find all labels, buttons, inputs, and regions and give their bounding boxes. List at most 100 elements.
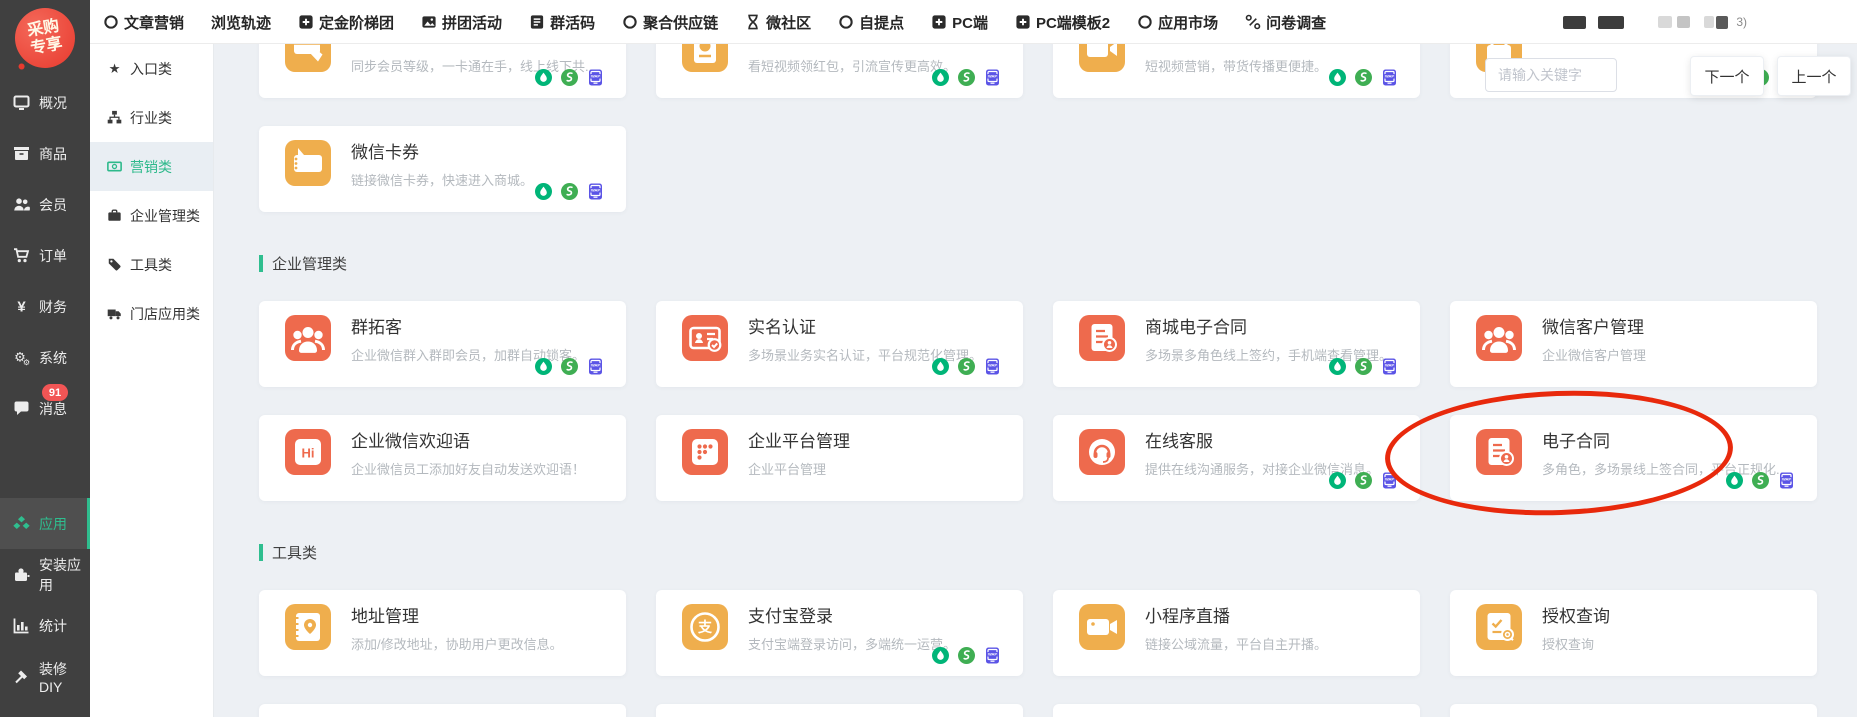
miniapp-icon <box>932 647 949 664</box>
order-icon <box>13 247 30 264</box>
miniapp-icon <box>1726 472 1743 489</box>
svg-text:WAP: WAP <box>591 363 600 368</box>
topnav-item[interactable]: 自提点 <box>838 12 904 33</box>
stats-icon <box>13 617 30 634</box>
sidebar-item-label: 订单 <box>39 246 67 266</box>
topnav-item[interactable]: 拼团活动 <box>421 12 502 33</box>
sidebar-item[interactable]: ⚙⚙系统 <box>0 332 90 383</box>
redacted-block <box>1716 16 1728 29</box>
platform-badges: WAP <box>535 358 604 375</box>
app-card[interactable]: 授权查询授权查询 <box>1450 590 1817 676</box>
platform-badges: WAP <box>1329 358 1398 375</box>
coin-icon <box>682 44 728 72</box>
sidebar-item[interactable]: 商品 <box>0 128 90 179</box>
sidebar-item[interactable]: 安装应用 <box>0 549 90 600</box>
topnav-item[interactable]: PC端模板2 <box>1015 12 1110 33</box>
content-area: 同步会员等级，一卡通在手，线上线下共...WAP 看短视频领红包，引流宣传更高效。… <box>214 44 1857 717</box>
sidebar-item[interactable]: 订单 <box>0 230 90 281</box>
app-card[interactable]: 同步会员等级，一卡通在手，线上线下共...WAP <box>259 44 626 98</box>
card-row <box>259 704 1817 717</box>
app-logo[interactable]: 采购 专享 <box>10 3 80 73</box>
sidebar-menu: 概况商品会员订单 ¥财务⚙⚙系统消息91 应用安装应用统计装修DIY <box>0 77 90 702</box>
svg-text:WAP: WAP <box>1385 74 1394 79</box>
app-card[interactable]: 实名认证多场景业务实名认证，平台规范化管理。WAP <box>656 301 1023 387</box>
app-window: 文章营销 浏览轨迹 定金阶梯团 拼团活动 群活码 聚合供应链 微社区 自提点 PC端 PC端模板2… <box>0 0 1857 717</box>
app-card-desc: 链接公域流量，平台自主开播。 <box>1145 634 1327 653</box>
next-result-button[interactable]: 下一个 <box>1690 56 1764 96</box>
redacted-user-info: 3) <box>1563 0 1747 44</box>
category-item[interactable]: 行业类 <box>90 93 213 142</box>
app-card[interactable]: Hi企业微信欢迎语企业微信员工添加好友自动发送欢迎语！ <box>259 415 626 501</box>
topnav-item-label: 问卷调查 <box>1266 12 1326 33</box>
app-card[interactable]: 看短视频领红包，引流宣传更高效。WAP <box>656 44 1023 98</box>
category-item[interactable]: ★入口类 <box>90 44 213 93</box>
install-icon <box>13 566 30 583</box>
svg-text:WAP: WAP <box>591 74 600 79</box>
app-card[interactable]: 群拓客企业微信群入群即会员，加群自动锁客。WAP <box>259 301 626 387</box>
topnav-item-label: PC端 <box>952 12 988 33</box>
topnav-item[interactable]: 文章营销 <box>103 12 184 33</box>
card-row: 群拓客企业微信群入群即会员，加群自动锁客。WAP 实名认证多场景业务实名认证，平台… <box>259 301 1817 387</box>
wap-icon: WAP <box>1381 358 1398 375</box>
app-card[interactable]: 微信客户管理企业微信客户管理 <box>1450 301 1817 387</box>
svg-text:¥: ¥ <box>17 299 26 316</box>
redacted-block <box>1677 16 1690 28</box>
diy-icon <box>13 668 30 685</box>
logo-text-line2: 专享 <box>29 35 64 59</box>
section-header: 企业管理类 <box>259 253 1817 273</box>
prev-result-button[interactable]: 上一个 <box>1777 56 1851 96</box>
redacted-block <box>1658 16 1672 28</box>
sidebar-item[interactable]: 会员 <box>0 179 90 230</box>
topnav-item[interactable]: 聚合供应链 <box>622 12 718 33</box>
app-card[interactable] <box>1450 704 1817 717</box>
app-card[interactable] <box>656 704 1023 717</box>
app-card[interactable] <box>259 704 626 717</box>
topnav-item[interactable]: 群活码 <box>529 12 595 33</box>
app-card[interactable]: 短视频营销，带货传播更便捷。WAP <box>1053 44 1420 98</box>
app-card[interactable]: 电子合同多角色，多场景线上签合同，平台正规化...WAP <box>1450 415 1817 501</box>
tools-icon <box>107 257 122 272</box>
grid-icon <box>682 429 728 475</box>
app-card[interactable]: 地址管理添加/修改地址，协助用户更改信息。 <box>259 590 626 676</box>
app-card[interactable]: 在线客服提供在线沟通服务，对接企业微信消息。WAP <box>1053 415 1420 501</box>
card-row: Hi企业微信欢迎语企业微信员工添加好友自动发送欢迎语！ 企业平台管理企业平台管理在… <box>259 415 1817 501</box>
sidebar-item[interactable]: 统计 <box>0 600 90 651</box>
sidebar-item[interactable]: 概况 <box>0 77 90 128</box>
topnav-item[interactable]: 定金阶梯团 <box>298 12 394 33</box>
app-card[interactable]: 小程序直播链接公域流量，平台自主开播。 <box>1053 590 1420 676</box>
sidebar-item[interactable]: 装修DIY <box>0 651 90 702</box>
topnav-item[interactable]: 应用市场 <box>1137 12 1218 33</box>
svg-text:★: ★ <box>109 61 121 76</box>
category-item[interactable]: 门店应用类 <box>90 289 213 338</box>
topnav-item[interactable]: 浏览轨迹 <box>211 12 271 33</box>
svg-text:支: 支 <box>697 619 713 635</box>
topnav-item[interactable]: 问卷调查 <box>1245 12 1326 33</box>
topnav-item-label: 浏览轨迹 <box>211 12 271 33</box>
app-card[interactable] <box>1053 704 1420 717</box>
miniapp-icon <box>535 69 552 86</box>
category-item[interactable]: 企业管理类 <box>90 191 213 240</box>
card-row: 微信卡券链接微信卡券，快速进入商城。WAP <box>259 126 1817 212</box>
app-card-desc: 企业微信员工添加好友自动发送欢迎语！ <box>351 459 585 478</box>
app-card-title: 小程序直播 <box>1145 602 1230 627</box>
topnav-item[interactable]: 微社区 <box>745 12 811 33</box>
sidebar-item[interactable]: 应用 <box>0 498 90 549</box>
topnav-item[interactable]: PC端 <box>931 12 988 33</box>
app-card-title: 微信卡券 <box>351 138 419 163</box>
app-card[interactable]: 微信卡券链接微信卡券，快速进入商城。WAP <box>259 126 626 212</box>
app-card-title: 商城电子合同 <box>1145 313 1247 338</box>
search-input[interactable] <box>1485 58 1617 92</box>
category-item[interactable]: 营销类 <box>90 142 213 191</box>
app-card[interactable]: 支支付宝登录支付宝端登录访问，多端统一运营。WAP <box>656 590 1023 676</box>
category-item[interactable]: 工具类 <box>90 240 213 289</box>
ticket-icon <box>285 140 331 186</box>
sidebar-item[interactable]: ¥财务 <box>0 281 90 332</box>
redacted-block <box>1563 16 1586 29</box>
star-icon: ★ <box>107 61 122 76</box>
section-header-bar <box>259 544 263 561</box>
category-item-label: 门店应用类 <box>130 304 200 324</box>
sidebar-item[interactable]: 消息91 <box>0 383 90 434</box>
app-card[interactable]: 商城电子合同多场景多角色线上签约，手机端查看管理。WAP <box>1053 301 1420 387</box>
app-card[interactable]: 企业平台管理企业平台管理 <box>656 415 1023 501</box>
app-card-title: 企业平台管理 <box>748 427 850 452</box>
